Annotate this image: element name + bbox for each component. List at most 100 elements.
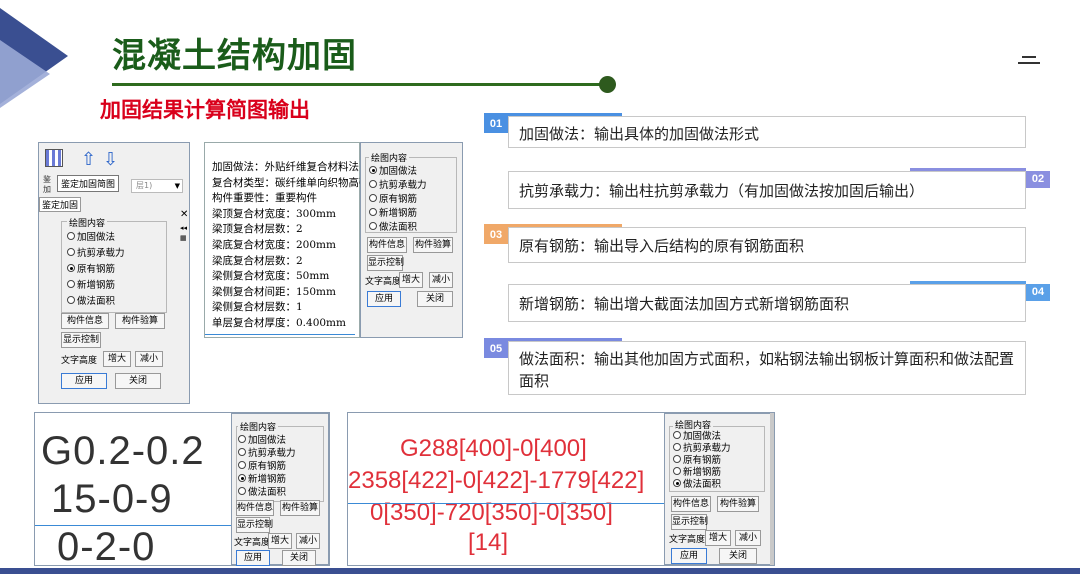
radio-circle[interactable] bbox=[673, 431, 681, 439]
enlarge-button[interactable]: 增大 bbox=[399, 272, 423, 288]
radio-circle[interactable] bbox=[238, 461, 246, 469]
radio-circle[interactable] bbox=[673, 479, 681, 487]
radio-option[interactable]: 原有钢筋 bbox=[238, 458, 286, 472]
drawing-label: 15-0-9 bbox=[51, 477, 173, 521]
menu-icon[interactable] bbox=[1018, 56, 1040, 68]
radio-circle[interactable] bbox=[67, 232, 75, 240]
shrink-button[interactable]: 减小 bbox=[735, 530, 761, 546]
radio-option[interactable]: 抗剪承载力 bbox=[67, 245, 125, 259]
radio-circle[interactable] bbox=[238, 487, 246, 495]
apply-button[interactable]: 应用 bbox=[236, 550, 270, 566]
enlarge-button[interactable]: 增大 bbox=[103, 351, 131, 367]
card-text: 新增钢筋：输出增大截面法加固方式新增钢筋面积 bbox=[519, 295, 850, 313]
radio-circle[interactable] bbox=[67, 248, 75, 256]
radio-circle[interactable] bbox=[67, 296, 75, 304]
radio-label: 抗剪承载力 bbox=[379, 180, 427, 191]
result-text-line: 加固做法：外贴纤维复合材料法 bbox=[212, 161, 359, 173]
radio-circle[interactable] bbox=[369, 194, 377, 202]
radio-circle[interactable] bbox=[673, 467, 681, 475]
radio-option[interactable]: 加固做法 bbox=[238, 432, 286, 446]
drawing-line bbox=[35, 525, 231, 526]
radio-option[interactable]: 新增钢筋 bbox=[67, 277, 115, 291]
badge-01: 01 bbox=[484, 116, 508, 133]
close-button[interactable]: 关闭 bbox=[282, 550, 316, 566]
member-info-button[interactable]: 构件信息 bbox=[61, 313, 109, 329]
scrollbar[interactable] bbox=[770, 413, 774, 565]
display-control-button[interactable]: 显示控制 bbox=[61, 332, 101, 348]
radio-option[interactable]: 新增钢筋 bbox=[238, 471, 286, 485]
shrink-button[interactable]: 减小 bbox=[135, 351, 163, 367]
display-control-button[interactable]: 显示控制 bbox=[367, 255, 404, 271]
radio-option[interactable]: 原有钢筋 bbox=[67, 261, 115, 275]
radio-circle[interactable] bbox=[673, 455, 681, 463]
result-text-panel: 加固做法：外贴纤维复合材料法 复合材类型：碳纤维单向织物高强度II级 构件重要性：重… bbox=[204, 142, 399, 338]
radio-option[interactable]: 加固做法 bbox=[369, 163, 417, 177]
shrink-button[interactable]: 减小 bbox=[429, 272, 453, 288]
member-check-button[interactable]: 构件验算 bbox=[717, 496, 759, 512]
close-button[interactable]: 关闭 bbox=[719, 548, 757, 564]
radio-option[interactable]: 做法面积 bbox=[673, 476, 721, 490]
radio-circle[interactable] bbox=[673, 443, 681, 451]
radio-option[interactable]: 加固做法 bbox=[67, 229, 115, 243]
text-height-label: 文字高度 bbox=[669, 535, 706, 545]
close-button[interactable]: 关闭 bbox=[115, 373, 161, 389]
text-height-label: 文字高度 bbox=[234, 538, 271, 548]
arrow-down-icon[interactable]: ⇩ bbox=[103, 149, 118, 170]
appraisal-diagram-icon[interactable] bbox=[45, 149, 63, 167]
member-info-button[interactable]: 构件信息 bbox=[367, 237, 407, 253]
close-icon[interactable]: ✕ bbox=[180, 209, 188, 220]
text-height-label: 文字高度 bbox=[61, 356, 98, 366]
member-info-button[interactable]: 构件信息 bbox=[671, 496, 711, 512]
radio-option[interactable]: 做法面积 bbox=[369, 219, 417, 233]
enlarge-button[interactable]: 增大 bbox=[268, 533, 292, 549]
radio-circle[interactable] bbox=[369, 166, 377, 174]
member-check-button[interactable]: 构件验算 bbox=[280, 500, 320, 516]
radio-option[interactable]: 新增钢筋 bbox=[369, 205, 417, 219]
radio-circle[interactable] bbox=[369, 222, 377, 230]
floor-combo[interactable]: 层1) ▼ bbox=[131, 179, 183, 193]
header-triangle-light bbox=[0, 40, 50, 108]
floor-combo-value: 层1) bbox=[136, 181, 153, 190]
info-card-03: 原有钢筋：输出导入后结构的原有钢筋面积 bbox=[508, 227, 1026, 263]
pin-icon[interactable]: ◂◂ ▦ bbox=[180, 223, 187, 243]
info-card-02: 抗剪承载力：输出柱抗剪承载力（有加固做法按加固后输出） bbox=[508, 171, 1026, 209]
shrink-button[interactable]: 减小 bbox=[296, 533, 320, 549]
apply-button[interactable]: 应用 bbox=[367, 291, 401, 307]
chevron-down-icon[interactable]: ▼ bbox=[175, 180, 180, 192]
radio-circle[interactable] bbox=[67, 264, 75, 272]
radio-circle[interactable] bbox=[369, 208, 377, 216]
radio-circle[interactable] bbox=[238, 448, 246, 456]
badge-04: 04 bbox=[1026, 284, 1050, 301]
left-control-panel: ⇧ ⇩ 鉴加 鉴定加固简图 层1) ▼ 鉴定加固 ✕ ◂◂ ▦ 绘图内容 加固做法… bbox=[38, 142, 190, 404]
display-control-button[interactable]: 显示控制 bbox=[671, 514, 708, 530]
apply-button[interactable]: 应用 bbox=[671, 548, 707, 564]
page-title: 混凝土结构加固 bbox=[112, 36, 357, 76]
member-info-button[interactable]: 构件信息 bbox=[236, 500, 274, 516]
radio-option[interactable]: 做法面积 bbox=[67, 293, 115, 307]
radio-circle[interactable] bbox=[67, 280, 75, 288]
badge-03: 03 bbox=[484, 227, 508, 244]
display-control-button[interactable]: 显示控制 bbox=[236, 517, 273, 533]
result-text-line: 构件重要性：重要构件 bbox=[212, 192, 317, 205]
tab-appraisal[interactable]: 鉴定加固 bbox=[39, 197, 82, 212]
card-text: 做法面积：输出其他加固方式面积，如粘钢法输出钢板计算面积和做法配置面积 bbox=[519, 350, 1015, 390]
radio-circle[interactable] bbox=[369, 180, 377, 188]
radio-circle[interactable] bbox=[238, 474, 246, 482]
radio-circle[interactable] bbox=[238, 435, 246, 443]
member-check-button[interactable]: 构件验算 bbox=[115, 313, 165, 329]
arrow-up-icon[interactable]: ⇧ bbox=[81, 149, 96, 170]
radio-option[interactable]: 做法面积 bbox=[238, 484, 286, 498]
tooltip: 鉴定加固简图 bbox=[57, 175, 120, 192]
radio-label: 做法面积 bbox=[379, 222, 418, 233]
close-button[interactable]: 关闭 bbox=[417, 291, 453, 307]
enlarge-button[interactable]: 增大 bbox=[705, 530, 731, 546]
radio-option[interactable]: 抗剪承载力 bbox=[238, 445, 296, 459]
radio-label: 原有钢筋 bbox=[379, 194, 418, 205]
middle-control-panel: 绘图内容 加固做法 抗剪承载力 原有钢筋 新增钢筋 做法面积 构件信息 构件验算 显示控… bbox=[360, 142, 463, 338]
bottom-left-control-panel: 绘图内容 加固做法 抗剪承载力 原有钢筋 新增钢筋 做法面积 构件信息 构件验算 显示控… bbox=[231, 413, 329, 566]
radio-option[interactable]: 原有钢筋 bbox=[369, 191, 417, 205]
member-check-button[interactable]: 构件验算 bbox=[413, 237, 453, 253]
radio-label: 做法面积 bbox=[248, 487, 287, 498]
apply-button[interactable]: 应用 bbox=[61, 373, 107, 389]
radio-option[interactable]: 抗剪承载力 bbox=[369, 177, 427, 191]
